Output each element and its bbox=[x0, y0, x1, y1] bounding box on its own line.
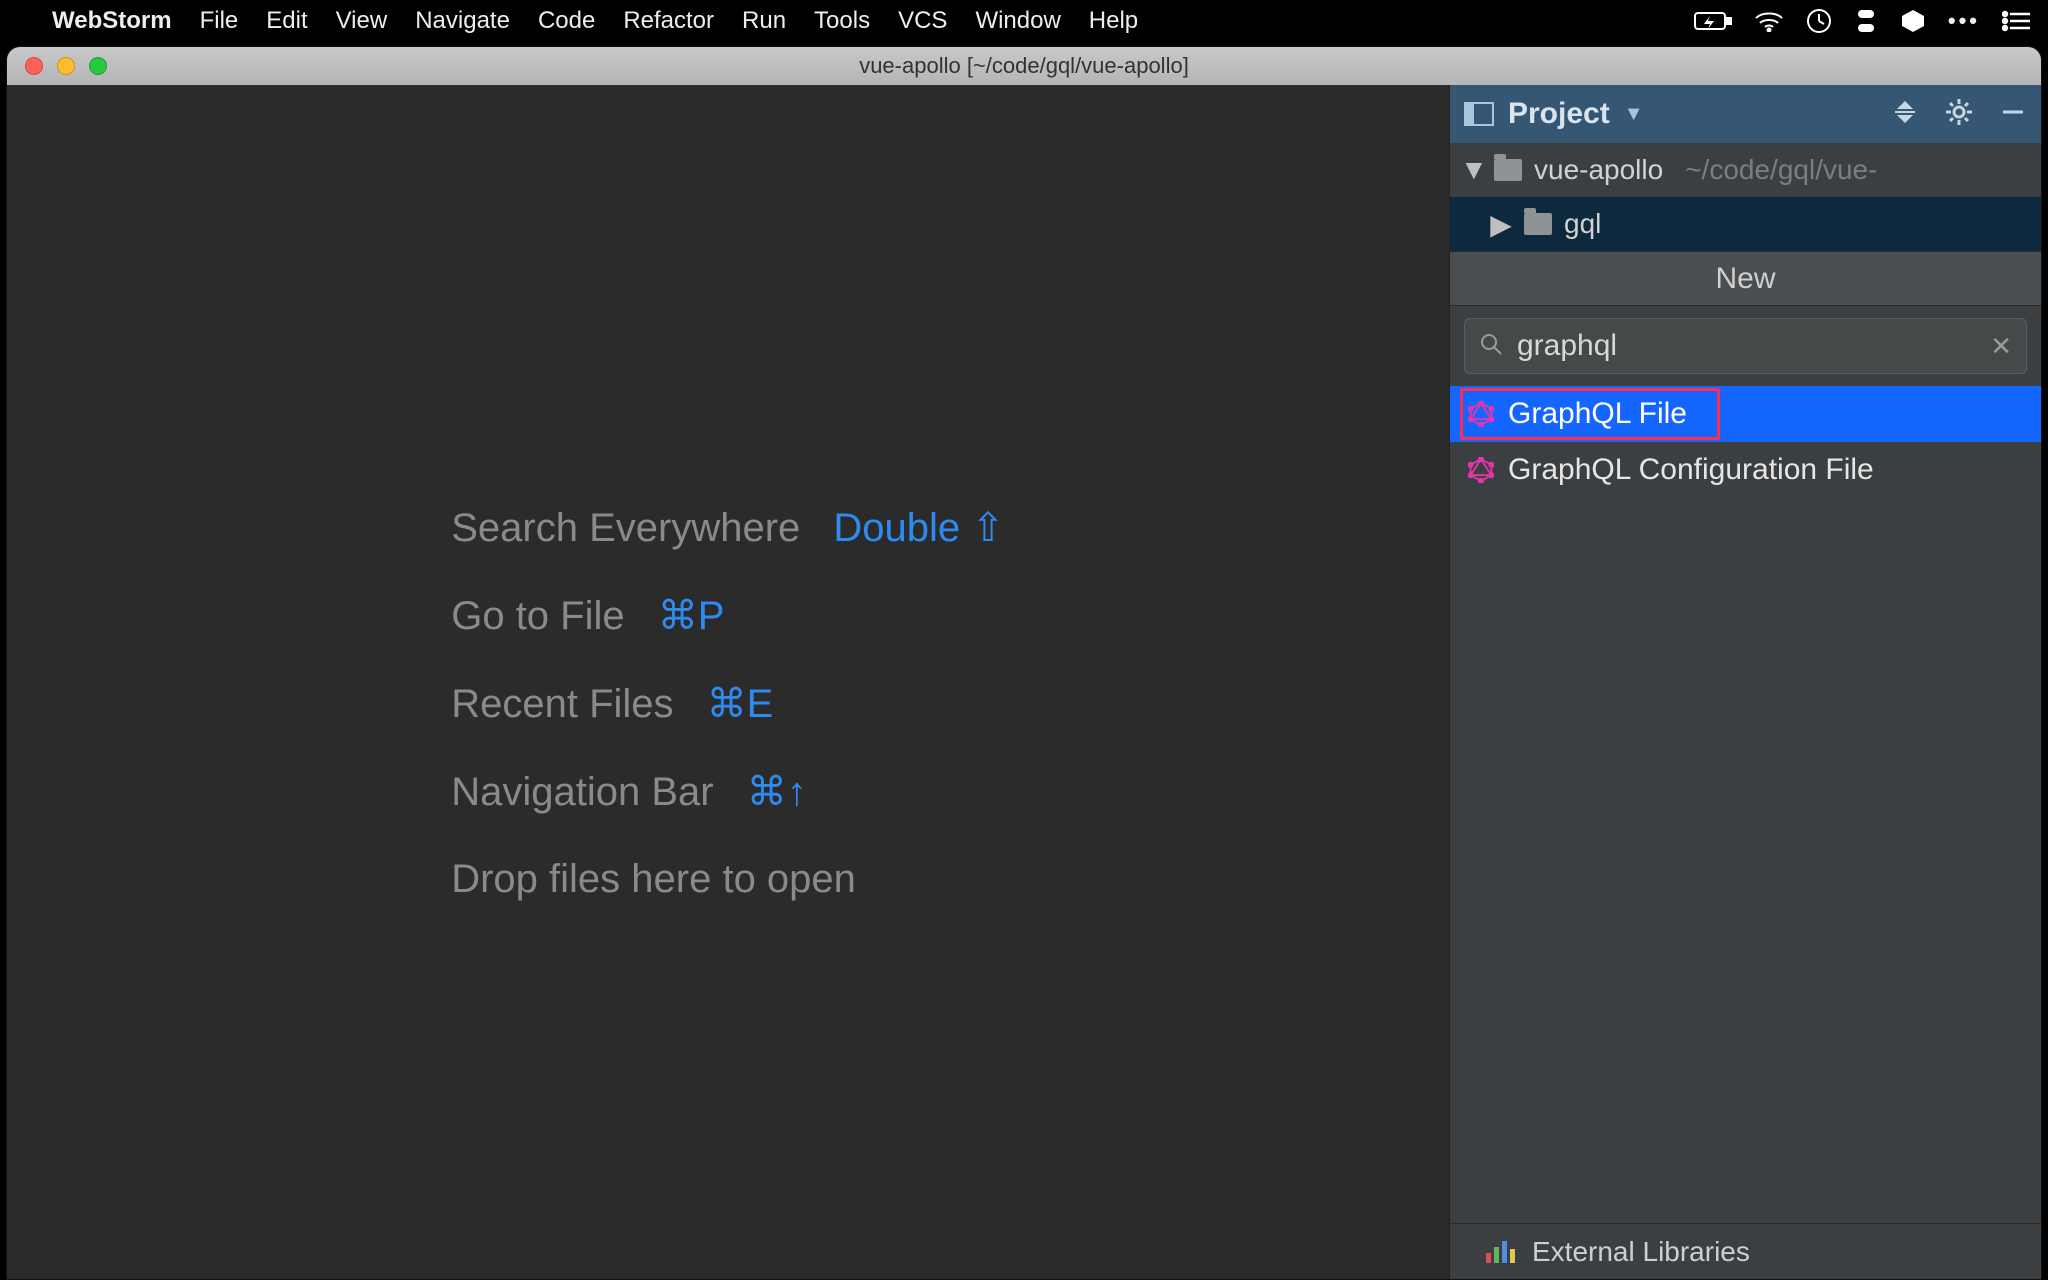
chevron-right-icon[interactable]: ▶ bbox=[1490, 208, 1512, 241]
folder-icon bbox=[1524, 213, 1552, 235]
tree-item-name: gql bbox=[1564, 208, 1601, 240]
menubar-menus: File Edit View Navigate Code Refactor Ru… bbox=[200, 7, 1139, 35]
menu-help[interactable]: Help bbox=[1089, 7, 1138, 35]
app-window: vue-apollo [~/code/gql/vue-apollo] Searc… bbox=[6, 46, 2042, 1280]
welcome-shortcut: ⌘P bbox=[658, 594, 725, 638]
popup-title: New bbox=[1450, 252, 2041, 306]
popup-item-label: GraphQL File bbox=[1508, 397, 1687, 431]
chevron-down-icon[interactable]: ▼ bbox=[1460, 154, 1482, 186]
menu-code[interactable]: Code bbox=[538, 7, 595, 35]
welcome-goto-file: Go to File ⌘P bbox=[451, 593, 1005, 639]
menu-edit[interactable]: Edit bbox=[266, 7, 307, 35]
welcome-shortcut: ⌘E bbox=[707, 682, 774, 726]
welcome-shortcut: Double ⇧ bbox=[833, 506, 1004, 550]
welcome-recent-files: Recent Files ⌘E bbox=[451, 681, 1005, 727]
popup-results: GraphQL File GraphQL Configuration File bbox=[1450, 386, 2041, 498]
menubar-status-icons: ••• bbox=[1694, 8, 2030, 34]
menu-run[interactable]: Run bbox=[742, 7, 786, 35]
menu-vcs[interactable]: VCS bbox=[898, 7, 947, 35]
menu-view[interactable]: View bbox=[336, 7, 388, 35]
project-tree: ▼ vue-apollo ~/code/gql/vue- ▶ gql bbox=[1450, 143, 2041, 251]
tree-root[interactable]: ▼ vue-apollo ~/code/gql/vue- bbox=[1450, 143, 2041, 197]
tool-window-header: Project ▼ bbox=[1450, 85, 2041, 143]
popup-search-input[interactable] bbox=[1517, 329, 1976, 363]
popup-item-graphql-config[interactable]: GraphQL Configuration File bbox=[1450, 442, 2041, 498]
list-icon[interactable] bbox=[2002, 10, 2030, 32]
welcome-search-everywhere: Search Everywhere Double ⇧ bbox=[451, 505, 1005, 551]
chevron-down-icon[interactable]: ▼ bbox=[1624, 103, 1644, 126]
external-libraries[interactable]: External Libraries bbox=[1450, 1223, 2041, 1279]
tree-root-name: vue-apollo bbox=[1534, 154, 1663, 186]
libraries-icon bbox=[1486, 1241, 1518, 1263]
macos-menubar: WebStorm File Edit View Navigate Code Re… bbox=[0, 0, 2048, 42]
editor-empty-state: Search Everywhere Double ⇧ Go to File ⌘P… bbox=[7, 85, 1449, 1279]
menubar-app[interactable]: WebStorm bbox=[52, 7, 172, 35]
tool-window-title[interactable]: Project bbox=[1508, 97, 1610, 131]
project-view-icon bbox=[1464, 102, 1494, 126]
welcome-nav-bar: Navigation Bar ⌘↑ bbox=[451, 769, 1005, 815]
new-file-popup: New ✕ bbox=[1450, 251, 2041, 498]
menu-tools[interactable]: Tools bbox=[814, 7, 870, 35]
popup-item-label: GraphQL Configuration File bbox=[1508, 453, 1874, 487]
tree-item-gql[interactable]: ▶ gql bbox=[1450, 197, 2041, 251]
hide-tool-window-icon[interactable] bbox=[1999, 98, 2027, 131]
menu-window[interactable]: Window bbox=[975, 7, 1060, 35]
folder-icon bbox=[1494, 159, 1522, 181]
switch-icon[interactable] bbox=[1854, 8, 1878, 34]
welcome-label: Navigation Bar bbox=[451, 770, 713, 814]
welcome-label: Search Everywhere bbox=[451, 506, 800, 550]
clear-icon[interactable]: ✕ bbox=[1990, 331, 2012, 362]
toolbox-icon[interactable] bbox=[1900, 8, 1926, 34]
welcome-drop-hint: Drop files here to open bbox=[451, 857, 1005, 902]
search-icon bbox=[1479, 332, 1503, 361]
menu-navigate[interactable]: Navigate bbox=[415, 7, 510, 35]
menu-refactor[interactable]: Refactor bbox=[623, 7, 714, 35]
welcome-label: Recent Files bbox=[451, 682, 673, 726]
external-libraries-label: External Libraries bbox=[1532, 1236, 1750, 1268]
gear-icon[interactable] bbox=[1945, 98, 1973, 131]
tree-root-path: ~/code/gql/vue- bbox=[1685, 154, 1877, 186]
collapse-all-icon[interactable] bbox=[1891, 99, 1919, 130]
window-title: vue-apollo [~/code/gql/vue-apollo] bbox=[7, 53, 2041, 79]
popup-search[interactable]: ✕ bbox=[1464, 318, 2027, 374]
window-titlebar: vue-apollo [~/code/gql/vue-apollo] bbox=[7, 47, 2041, 85]
popup-item-graphql-file[interactable]: GraphQL File bbox=[1450, 386, 2041, 442]
graphql-icon bbox=[1468, 401, 1494, 427]
wifi-icon[interactable] bbox=[1754, 10, 1784, 32]
project-tool-window: Project ▼ ▼ bbox=[1449, 85, 2041, 1279]
clock-icon[interactable] bbox=[1806, 8, 1832, 34]
graphql-icon bbox=[1468, 457, 1494, 483]
more-icon[interactable]: ••• bbox=[1948, 8, 1980, 34]
welcome-shortcut: ⌘↑ bbox=[747, 770, 807, 814]
welcome-label: Go to File bbox=[451, 594, 624, 638]
menu-file[interactable]: File bbox=[200, 7, 239, 35]
battery-icon[interactable] bbox=[1694, 10, 1732, 32]
